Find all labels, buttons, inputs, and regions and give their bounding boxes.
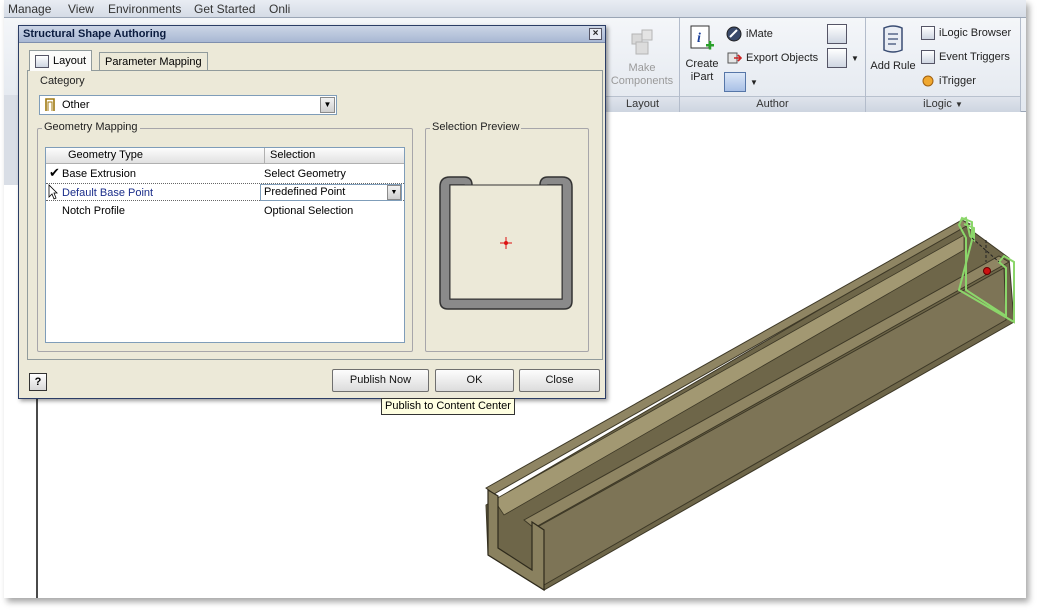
imate-icon [726,26,742,42]
add-rule-button[interactable]: Add Rule [868,24,918,73]
svg-text:i: i [697,31,701,46]
category-label: Category [40,75,85,87]
export-objects-label: Export Objects [746,52,819,64]
channel-profile-preview [439,176,573,310]
export-objects-button[interactable]: Export Objects [726,50,818,66]
make-components-label: Make Components [610,62,674,87]
row-geometry-type: Notch Profile [62,205,125,217]
chevron-down-icon[interactable]: ▼ [387,185,401,200]
tab-view[interactable]: View [68,2,94,16]
tab-parameter-mapping[interactable]: Parameter Mapping [99,52,208,71]
geometry-mapping-table[interactable]: Geometry Type Selection ✔ Base Extrusion… [45,147,405,343]
create-ipart-button[interactable]: i Create iPart [682,24,722,84]
tree-icon [921,26,935,40]
imate-label: iMate [746,28,773,40]
table-row[interactable]: Default Base Point Predefined Point ▼ [46,183,404,201]
itrigger-button[interactable]: iTrigger [921,74,976,88]
ilogic-browser-label: iLogic Browser [939,27,1012,39]
mouse-cursor-icon [48,184,58,200]
chevron-down-icon[interactable]: ▼ [320,97,335,113]
tab-manage[interactable]: Manage [8,2,51,16]
itrigger-icon [922,75,934,87]
event-triggers-button[interactable]: Event Triggers [921,50,1010,64]
row-selection: Select Geometry [264,168,346,180]
author-extra-button-1[interactable] [827,24,847,44]
selection-preview-group: Selection Preview [425,121,589,352]
channel-shape-icon [45,98,55,111]
make-components-button[interactable]: Make Components [610,26,674,88]
dialog-title: Structural Shape Authoring [23,28,167,40]
category-value: Other [62,99,90,111]
row-selection: Predefined Point [264,186,346,198]
close-icon[interactable]: × [589,28,602,40]
chevron-down-icon: ▼ [750,77,758,87]
event-triggers-label: Event Triggers [939,51,1010,63]
create-ipart-label: Create iPart [685,58,719,83]
table-header: Geometry Type Selection [46,148,404,164]
publish-tooltip: Publish to Content Center [381,398,515,415]
scroll-icon [883,25,903,53]
author-extra-dropdown[interactable]: ▼ [827,48,859,68]
col-selection[interactable]: Selection [270,149,315,161]
itrigger-label: iTrigger [939,75,976,87]
ipart-icon: i [690,25,714,50]
structural-shape-authoring-dialog: Structural Shape Authoring × Layout Para… [18,25,606,399]
ilogic-panel-footer[interactable]: iLogic ▼ [866,96,1020,112]
imate-button[interactable]: iMate [726,26,773,42]
author-panel-footer: Author [680,96,865,112]
chevron-down-icon: ▼ [851,53,859,63]
dialog-title-bar[interactable]: Structural Shape Authoring × [19,26,605,43]
row-selection: Optional Selection [264,205,354,217]
tab-online[interactable]: Onli [269,2,290,16]
ok-button[interactable]: OK [435,369,514,392]
panel-separator [1020,18,1021,112]
ilogic-browser-button[interactable]: iLogic Browser [921,26,1011,40]
row-geometry-type: Default Base Point [62,187,154,199]
publish-now-button[interactable]: Publish Now [332,369,429,392]
chevron-down-icon: ▼ [954,100,963,109]
close-button[interactable]: Close [519,369,600,392]
base-point-marker[interactable] [983,267,991,275]
tab-parameter-mapping-label: Parameter Mapping [105,56,202,68]
geometry-mapping-title: Geometry Mapping [42,121,140,133]
category-select[interactable]: Other ▼ [39,95,337,115]
table-row[interactable]: ✔ Base Extrusion Select Geometry [46,165,404,183]
event-triggers-icon [921,50,935,64]
structure-icon [827,48,847,68]
edit-table-icon [724,72,746,92]
add-rule-label: Add Rule [870,60,916,72]
tab-get-started[interactable]: Get Started [194,2,255,16]
author-tool-dropdown[interactable]: ▼ [724,72,758,92]
layout-panel-footer: Layout [606,96,679,112]
column-divider [264,148,265,164]
ilogic-panel-label: iLogic [923,98,952,110]
selection-dropdown[interactable]: Predefined Point ▼ [260,184,402,201]
tab-layout[interactable]: Layout [29,50,93,71]
help-button[interactable]: ? [29,373,47,391]
selection-preview-title: Selection Preview [430,121,522,133]
checkmark-icon: ✔ [49,165,60,180]
document-icon [827,24,847,44]
row-geometry-type: Base Extrusion [62,168,136,180]
make-components-icon [631,29,653,55]
tab-layout-label: Layout [53,55,87,67]
layout-icon [35,54,49,68]
col-geometry-type[interactable]: Geometry Type [68,149,143,161]
export-objects-icon [727,52,742,64]
tab-environments[interactable]: Environments [108,2,181,16]
ribbon-tab-bar: Manage View Environments Get Started Onl… [4,0,1026,18]
table-row[interactable]: Notch Profile Optional Selection [46,202,404,220]
